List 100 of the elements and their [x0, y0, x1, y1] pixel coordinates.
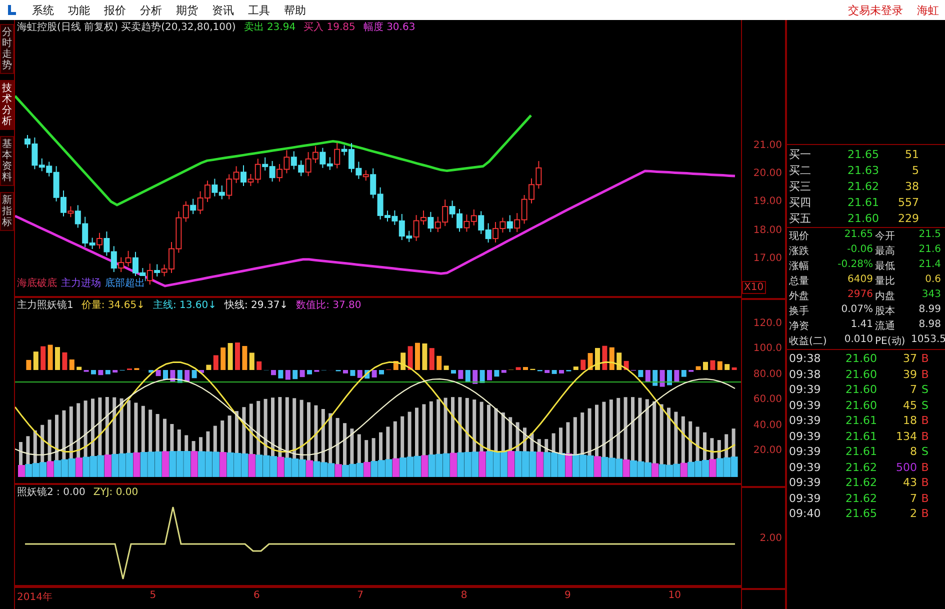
trade-price: 21.62 [844, 460, 877, 474]
axis-label: 2014年 [17, 591, 52, 606]
stat-value: 8.99 [918, 304, 942, 317]
stat-label: 外盘 [789, 290, 810, 303]
menu-item[interactable]: 分析 [140, 2, 162, 18]
axis-label: 40.00 [753, 420, 782, 431]
axis-label: 100.0 [753, 343, 782, 354]
axis-label: 80.00 [753, 368, 782, 380]
menu-item[interactable]: 报价 [104, 2, 126, 18]
axis-label: 2.00 [760, 532, 782, 544]
axis-label: 6 [253, 590, 260, 604]
trade-time: 09:39 [789, 414, 822, 428]
trade-volume: 7 [909, 383, 917, 396]
menu-item[interactable]: 功能 [68, 2, 90, 18]
trade-volume: 2 [909, 507, 917, 520]
side-tab[interactable]: 基本资料 [0, 136, 14, 186]
stat-value: 6409 [846, 274, 874, 287]
indicator-reading: 卖出 23.94 [244, 20, 296, 34]
trade-time: 09:39 [789, 430, 822, 443]
axis-label: 19.00 [753, 196, 782, 208]
stat-label: 总量 [789, 274, 810, 288]
axis-label: 20.00 [753, 444, 782, 456]
trade-side: B [920, 492, 930, 505]
axis-label: 5 [150, 590, 156, 604]
menu-item[interactable]: 系统 [32, 2, 54, 18]
chart-title: 海虹控股(日线 前复权) 买卖趋势(20,32,80,100) [17, 20, 236, 34]
stat-value: 8.98 [918, 319, 942, 332]
trade-price: 21.60 [844, 368, 877, 381]
trade-side: B [920, 352, 930, 366]
stat-value: 21.6 [918, 244, 942, 257]
trade-volume: 45 [902, 398, 917, 412]
stat-label: 净资 [789, 320, 810, 333]
stat-label: 内盘 [875, 290, 896, 303]
bid-price: 21.65 [846, 148, 879, 160]
trade-side: S [920, 383, 930, 396]
trade-volume: 7 [909, 492, 917, 505]
side-tab[interactable]: 技术分析 [0, 80, 14, 130]
stat-value: 343 [920, 289, 942, 302]
signal-label: 主力进场 [61, 276, 101, 290]
bid-volume: 51 [904, 148, 919, 160]
stat-label: 换手 [789, 304, 810, 318]
bid-price: 21.62 [846, 180, 879, 192]
trade-time: 09:39 [789, 383, 822, 396]
bid-label: 买一 [789, 146, 812, 162]
indicator-reading: 快线: 29.37↓ [224, 298, 288, 312]
trade-side: B [920, 476, 930, 490]
scale-label: X10 [742, 280, 766, 294]
trade-time: 09:39 [789, 476, 822, 490]
menu-item[interactable]: 工具 [248, 2, 270, 18]
stat-value: -0.06 [846, 244, 874, 257]
stat-label: 涨跌 [789, 244, 810, 258]
indicator-title: 主力照妖镜1 [17, 298, 74, 312]
side-tab[interactable]: 分时走势 [0, 24, 14, 74]
axis-label: 21.00 [753, 140, 782, 151]
bid-label: 买三 [789, 178, 812, 194]
bid-volume: 229 [897, 212, 919, 224]
menu-item[interactable]: 资讯 [212, 2, 234, 18]
trade-price: 21.62 [844, 476, 877, 490]
axis-label: 17.00 [753, 252, 782, 264]
trade-time: 09:39 [789, 398, 822, 412]
stat-label: PE(动) [875, 335, 906, 348]
trade-side: S [920, 445, 930, 458]
trade-price: 21.61 [844, 430, 877, 443]
trade-side: S [920, 398, 930, 412]
trade-volume: 39 [902, 368, 917, 381]
stat-label: 现价 [789, 230, 810, 243]
stat-label: 最高 [875, 244, 896, 258]
bid-price: 21.60 [846, 212, 879, 224]
indicator-reading: 照妖镜2 : 0.00 [17, 486, 86, 500]
trade-volume: 8 [909, 445, 917, 458]
trade-side: B [920, 460, 930, 474]
menu-item[interactable]: 期货 [176, 2, 198, 18]
trade-time: 09:40 [789, 507, 822, 520]
stat-label: 流通 [875, 320, 896, 333]
indicator-reading: 买入 19.85 [304, 20, 356, 34]
stat-value: 0.010 [843, 334, 874, 347]
trade-volume: 37 [902, 352, 917, 366]
trade-side: B [920, 414, 930, 428]
stat-value: -0.28% [836, 259, 874, 272]
bid-volume: 5 [911, 164, 919, 176]
axis-label: 7 [357, 590, 364, 604]
trade-price: 21.60 [844, 383, 877, 396]
trade-volume: 18 [902, 414, 917, 428]
axis-label: 20.00 [753, 168, 782, 180]
indicator-reading: 主线: 13.60↓ [152, 298, 216, 312]
indicator-reading: 幅度 30.63 [363, 20, 416, 34]
stat-value: 21.4 [918, 259, 942, 272]
trade-side: B [920, 430, 930, 443]
trade-price: 21.60 [844, 398, 877, 412]
trade-time: 09:38 [789, 368, 822, 381]
indicator-reading: ZYJ: 0.00 [93, 486, 138, 498]
menu-item[interactable]: 帮助 [284, 2, 306, 18]
trade-time: 09:38 [789, 352, 822, 366]
bid-volume: 557 [897, 196, 919, 208]
bid-label: 买五 [789, 210, 812, 226]
indicator-reading: 价量: 34.65↓ [81, 299, 145, 312]
trade-price: 21.62 [844, 492, 877, 505]
side-tab[interactable]: 新指标 [0, 192, 14, 231]
login-status[interactable]: 交易未登录 [848, 2, 903, 18]
trade-volume: 500 [895, 460, 917, 474]
